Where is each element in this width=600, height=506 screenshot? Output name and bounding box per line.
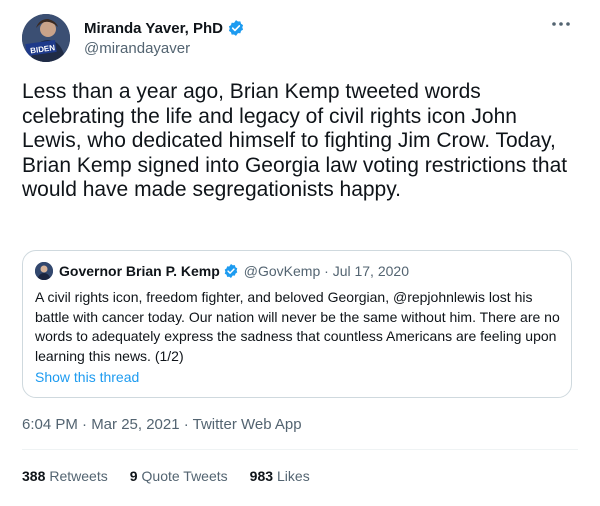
author-handle[interactable]: @mirandayaver [84,40,190,57]
verified-badge-icon [228,20,244,36]
retweets-label: Retweets [49,468,108,484]
quote-tweets-stat[interactable]: 9 Quote Tweets [130,468,228,484]
quoted-tweet[interactable]: Governor Brian P. Kemp @GovKemp · Jul 17… [22,250,572,398]
quoted-handle-date: @GovKemp · Jul 17, 2020 [243,263,409,279]
avatar[interactable]: BIDEN [22,14,70,62]
quoted-tweet-text: A civil rights icon, freedom fighter, an… [35,289,560,364]
tweet-timestamp[interactable]: 6:04 PM · Mar 25, 2021 · Twitter Web App [22,416,302,433]
show-thread-link[interactable]: Show this thread [35,369,139,385]
engagement-stats: 388 Retweets 9 Quote Tweets 983 Likes [22,468,332,484]
tweet-text: Less than a year ago, Brian Kemp tweeted… [22,80,568,201]
quote-tweets-label: Quote Tweets [141,468,228,484]
tweet-card: BIDEN Miranda Yaver, PhD @mirandayaver L… [0,0,600,506]
quoted-avatar [35,262,53,280]
likes-count: 983 [249,468,274,484]
more-options-icon[interactable] [550,16,572,32]
likes-stat[interactable]: 983 Likes [250,468,310,484]
likes-label: Likes [277,468,310,484]
author-name[interactable]: Miranda Yaver, PhD [84,20,223,37]
retweets-stat[interactable]: 388 Retweets [22,468,108,484]
divider [22,449,578,450]
retweets-count: 388 [22,468,46,484]
quoted-tweet-header: Governor Brian P. Kemp @GovKemp · Jul 17… [35,262,409,280]
quote-tweets-count: 9 [129,468,138,484]
author-name-row[interactable]: Miranda Yaver, PhD [84,19,245,37]
quoted-author-name: Governor Brian P. Kemp [59,263,220,279]
verified-badge-icon [224,264,238,278]
